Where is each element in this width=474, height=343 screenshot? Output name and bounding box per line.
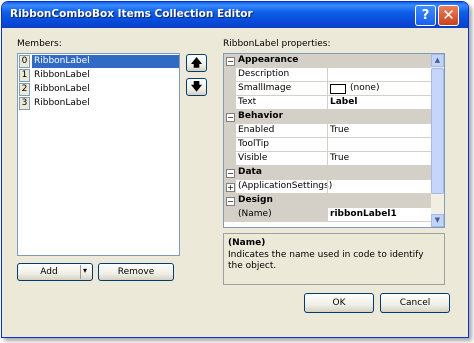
- category-label: Design: [238, 195, 273, 205]
- scroll-thumb[interactable]: [431, 68, 444, 194]
- member-index: 1: [19, 69, 30, 82]
- scroll-up-icon[interactable]: ▲: [431, 54, 444, 67]
- add-button[interactable]: Add ▾: [17, 263, 93, 281]
- member-index: 3: [19, 97, 30, 110]
- list-item[interactable]: 1 RibbonLabel: [19, 69, 179, 82]
- category-label: Appearance: [238, 55, 299, 65]
- category-label: Data: [238, 167, 262, 177]
- category-data[interactable]: − Data: [224, 166, 431, 180]
- image-preview-icon: [330, 84, 346, 94]
- collapse-icon[interactable]: −: [226, 169, 235, 178]
- property-name: Text: [238, 97, 257, 107]
- property-name: ToolTip: [238, 139, 269, 149]
- property-name: Enabled: [238, 125, 275, 135]
- property-value[interactable]: ribbonLabel1: [330, 209, 397, 219]
- list-item[interactable]: 0 RibbonLabel: [19, 55, 179, 68]
- list-item[interactable]: 3 RibbonLabel: [19, 97, 179, 110]
- member-name: RibbonLabel: [34, 84, 90, 94]
- property-name: (Name): [238, 209, 272, 219]
- property-row-appsettings[interactable]: + (ApplicationSettings): [224, 180, 431, 194]
- property-name: Visible: [238, 153, 268, 163]
- collapse-icon[interactable]: −: [226, 57, 235, 66]
- description-title: (Name): [228, 238, 266, 248]
- property-row-tooltip[interactable]: ToolTip: [224, 138, 431, 152]
- category-label: Behavior: [238, 111, 284, 121]
- member-name: RibbonLabel: [32, 55, 179, 68]
- window-title: RibbonComboBox Items Collection Editor: [10, 8, 253, 20]
- close-button[interactable]: ✕: [438, 5, 459, 26]
- member-name: RibbonLabel: [34, 98, 90, 108]
- property-value[interactable]: True: [330, 153, 349, 163]
- property-description-panel: (Name) Indicates the name used in code t…: [223, 233, 445, 285]
- cancel-button[interactable]: Cancel: [380, 293, 450, 313]
- property-scrollbar[interactable]: ▲ ▼: [431, 54, 444, 227]
- scroll-down-icon[interactable]: ▼: [431, 214, 444, 227]
- list-item[interactable]: 2 RibbonLabel: [19, 83, 179, 96]
- add-button-label: Add: [40, 267, 58, 277]
- member-index: 2: [19, 83, 30, 96]
- member-name: RibbonLabel: [34, 70, 90, 80]
- category-behavior[interactable]: − Behavior: [224, 110, 431, 124]
- ok-button[interactable]: OK: [304, 293, 374, 313]
- split-divider: [80, 265, 81, 279]
- arrow-up-icon: 🡅: [190, 56, 203, 69]
- property-value[interactable]: (none): [350, 83, 379, 93]
- property-row-visible[interactable]: Visible True: [224, 152, 431, 166]
- title-bar[interactable]: RibbonComboBox Items Collection Editor ?…: [2, 2, 468, 28]
- property-value[interactable]: Label: [330, 97, 357, 107]
- category-design[interactable]: − Design: [224, 194, 431, 208]
- members-label: Members:: [17, 39, 62, 49]
- property-row-enabled[interactable]: Enabled True: [224, 124, 431, 138]
- arrow-down-icon: 🡇: [190, 80, 203, 93]
- property-name: SmallImage: [238, 83, 292, 93]
- collection-editor-dialog: RibbonComboBox Items Collection Editor ?…: [1, 1, 469, 338]
- property-row-description[interactable]: Description: [224, 68, 431, 82]
- member-index: 0: [19, 55, 30, 68]
- collapse-icon[interactable]: −: [226, 113, 235, 122]
- remove-button[interactable]: Remove: [98, 263, 174, 281]
- members-list[interactable]: 0 RibbonLabel 1 RibbonLabel 2 RibbonLabe…: [17, 53, 180, 256]
- move-up-button[interactable]: 🡅: [186, 54, 207, 72]
- collapse-icon[interactable]: −: [226, 197, 235, 206]
- property-row-text[interactable]: Text Label: [224, 96, 431, 110]
- property-grid[interactable]: − Appearance Description SmallImage (non…: [223, 53, 445, 228]
- dropdown-arrow-icon[interactable]: ▾: [83, 266, 87, 275]
- property-row-name[interactable]: (Name) ribbonLabel1: [224, 208, 431, 222]
- property-row-smallimage[interactable]: SmallImage (none): [224, 82, 431, 96]
- expand-icon[interactable]: +: [226, 183, 235, 192]
- properties-label: RibbonLabel properties:: [223, 39, 331, 49]
- property-name: (ApplicationSettings): [238, 181, 333, 191]
- help-button[interactable]: ?: [415, 5, 436, 26]
- move-down-button[interactable]: 🡇: [186, 78, 207, 96]
- property-value[interactable]: True: [330, 125, 349, 135]
- description-text: Indicates the name used in code to ident…: [228, 250, 424, 271]
- category-appearance[interactable]: − Appearance: [224, 54, 431, 68]
- property-name: Description: [238, 69, 290, 79]
